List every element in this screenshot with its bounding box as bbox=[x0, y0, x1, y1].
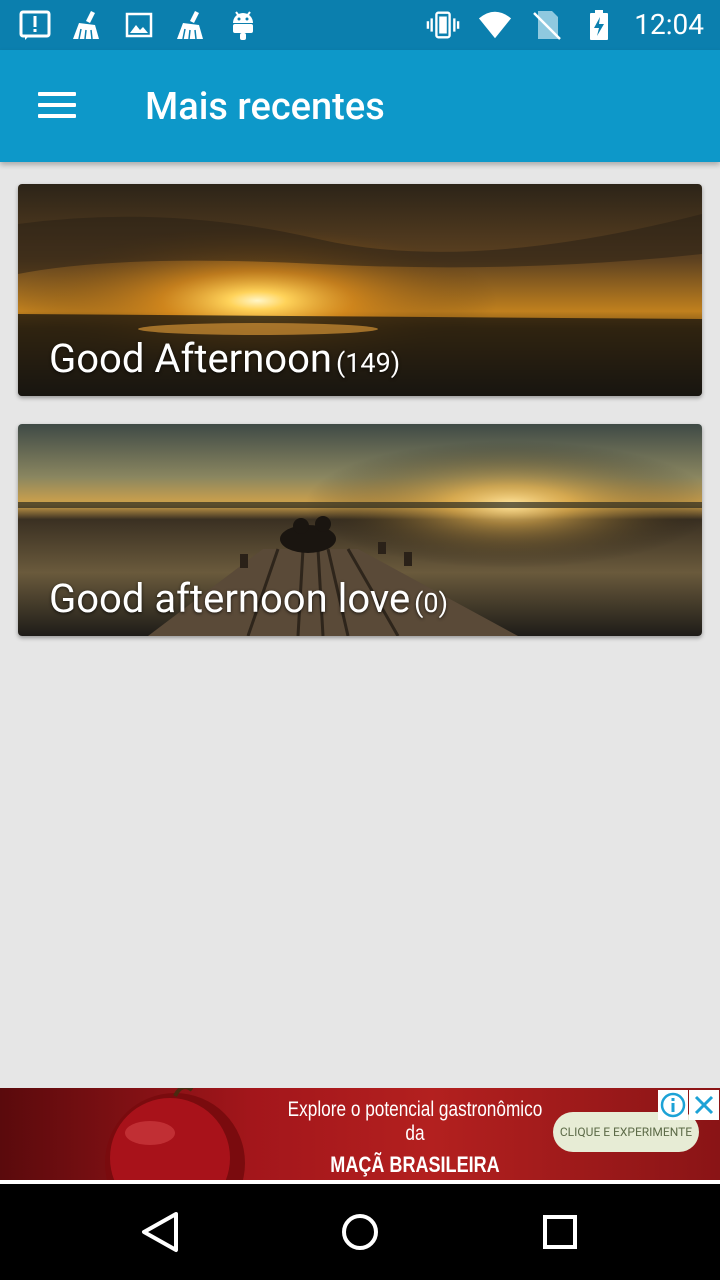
ad-text: Explore o potencial gastronômico da MAÇÃ… bbox=[250, 1098, 580, 1178]
no-sim-icon bbox=[530, 8, 564, 42]
status-bar: 12:04 bbox=[0, 0, 720, 50]
ad-banner[interactable]: Explore o potencial gastronômico da MAÇÃ… bbox=[0, 1088, 720, 1180]
cleaner-icon bbox=[174, 8, 208, 42]
wifi-icon bbox=[478, 8, 512, 42]
navigation-bar bbox=[0, 1184, 720, 1280]
card-caption: Good afternoon love (0) bbox=[49, 575, 448, 622]
back-icon[interactable] bbox=[130, 1206, 190, 1258]
vibrate-icon bbox=[426, 8, 460, 42]
battery-charging-icon bbox=[582, 8, 616, 42]
ad-subheadline: MAÇÃ BRASILEIRA bbox=[330, 1152, 500, 1177]
category-count: (149) bbox=[336, 347, 401, 379]
menu-icon[interactable] bbox=[26, 84, 86, 128]
cleaner-icon bbox=[70, 8, 104, 42]
alert-icon bbox=[18, 8, 52, 42]
category-count: (0) bbox=[414, 587, 448, 619]
android-icon bbox=[226, 8, 260, 42]
card-caption: Good Afternoon (149) bbox=[49, 335, 400, 382]
page-title: Mais recentes bbox=[145, 85, 385, 129]
app-bar: Mais recentes bbox=[0, 50, 720, 162]
recents-icon[interactable] bbox=[530, 1206, 590, 1258]
category-card-good-afternoon-love[interactable]: Good afternoon love (0) bbox=[18, 424, 702, 636]
category-card-good-afternoon[interactable]: Good Afternoon (149) bbox=[18, 184, 702, 396]
clock: 12:04 bbox=[634, 8, 704, 41]
category-title: Good afternoon love bbox=[49, 575, 411, 622]
category-title: Good Afternoon bbox=[49, 335, 333, 382]
info-icon[interactable] bbox=[658, 1090, 688, 1120]
image-icon bbox=[122, 8, 156, 42]
apple-image bbox=[105, 1088, 245, 1180]
home-icon[interactable] bbox=[330, 1206, 390, 1258]
close-icon[interactable] bbox=[689, 1090, 719, 1120]
ad-headline: Explore o potencial gastronômico da bbox=[287, 1098, 543, 1145]
